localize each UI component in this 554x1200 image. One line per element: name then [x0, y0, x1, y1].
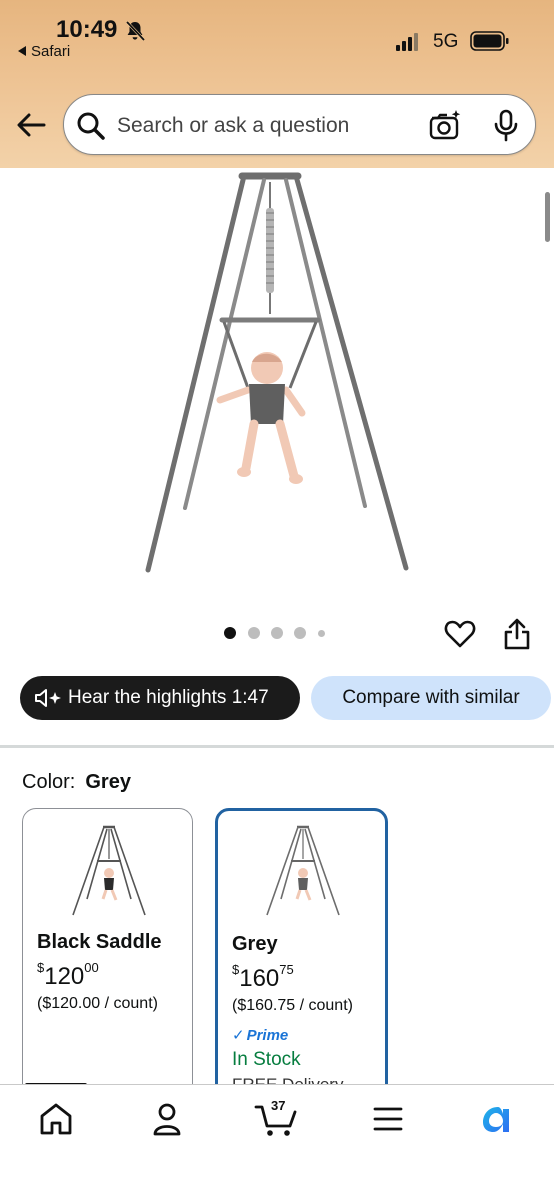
app-header: 10:49 Safari 5G Search or ask a question [0, 0, 554, 168]
variant-name: Black Saddle [37, 931, 162, 953]
variant-price: $16075 [232, 962, 294, 993]
cart-count: 37 [271, 1098, 286, 1113]
heart-icon[interactable] [443, 617, 477, 651]
product-image[interactable] [140, 168, 420, 578]
unit-price: ($160.75 / count) [232, 997, 353, 1014]
compare-similar-button[interactable]: Compare with similar [311, 676, 551, 720]
status-time: 10:49 [56, 16, 118, 43]
carousel-dot[interactable] [318, 630, 325, 637]
share-icon[interactable] [502, 617, 532, 651]
check-icon: ✓ [232, 1027, 245, 1044]
search-icon [77, 112, 105, 140]
carousel-dot[interactable] [271, 627, 283, 639]
color-option-grey[interactable]: Grey $16075 ($160.75 / count) ✓ Prime In … [215, 808, 388, 1108]
rufus-assistant-icon[interactable] [476, 1101, 516, 1137]
back-triangle-icon [18, 46, 26, 56]
price-whole: 160 [239, 965, 280, 992]
carousel-dot[interactable] [294, 627, 306, 639]
network-type: 5G [433, 31, 459, 52]
carousel-dot[interactable] [224, 627, 236, 639]
stock-status: In Stock [232, 1049, 301, 1070]
variant-thumbnail [266, 825, 340, 916]
back-app-label: Safari [31, 43, 71, 60]
prime-label: Prime [246, 1027, 289, 1044]
unit-price: ($120.00 / count) [37, 995, 158, 1012]
price-fraction: 75 [279, 962, 294, 977]
home-icon[interactable] [36, 1101, 76, 1137]
price-whole: 120 [44, 963, 85, 990]
selected-color: Grey [85, 771, 131, 793]
hear-highlights-label: Hear the highlights 1:47 [68, 687, 269, 708]
battery-icon [470, 31, 509, 51]
back-arrow-icon[interactable] [14, 108, 48, 142]
speaker-sparkle-icon [35, 689, 61, 707]
bell-muted-icon [125, 20, 146, 42]
search-placeholder: Search or ask a question [117, 114, 350, 137]
color-option-black-saddle[interactable]: Black Saddle $12000 ($120.00 / count) [22, 808, 193, 1108]
menu-icon[interactable] [368, 1101, 408, 1137]
account-icon[interactable] [147, 1101, 187, 1137]
back-to-app-link[interactable]: Safari [18, 43, 70, 60]
section-divider [0, 745, 554, 748]
camera-search-icon[interactable] [428, 109, 462, 141]
color-selector-heading: Color: Grey [22, 771, 131, 794]
signal-icon [396, 33, 418, 51]
microphone-icon[interactable] [492, 109, 520, 143]
hear-highlights-button[interactable]: Hear the highlights 1:47 [20, 676, 300, 720]
carousel-dot[interactable] [248, 627, 260, 639]
price-fraction: 00 [84, 960, 99, 975]
page-scrollbar[interactable] [545, 192, 550, 242]
bottom-nav: 37 [0, 1084, 554, 1200]
variant-thumbnail [72, 825, 146, 916]
variant-name: Grey [232, 933, 278, 955]
color-label: Color: [22, 771, 76, 793]
search-input[interactable]: Search or ask a question [63, 94, 536, 155]
variant-price: $12000 [37, 960, 99, 991]
prime-badge: ✓ Prime [232, 1026, 288, 1044]
